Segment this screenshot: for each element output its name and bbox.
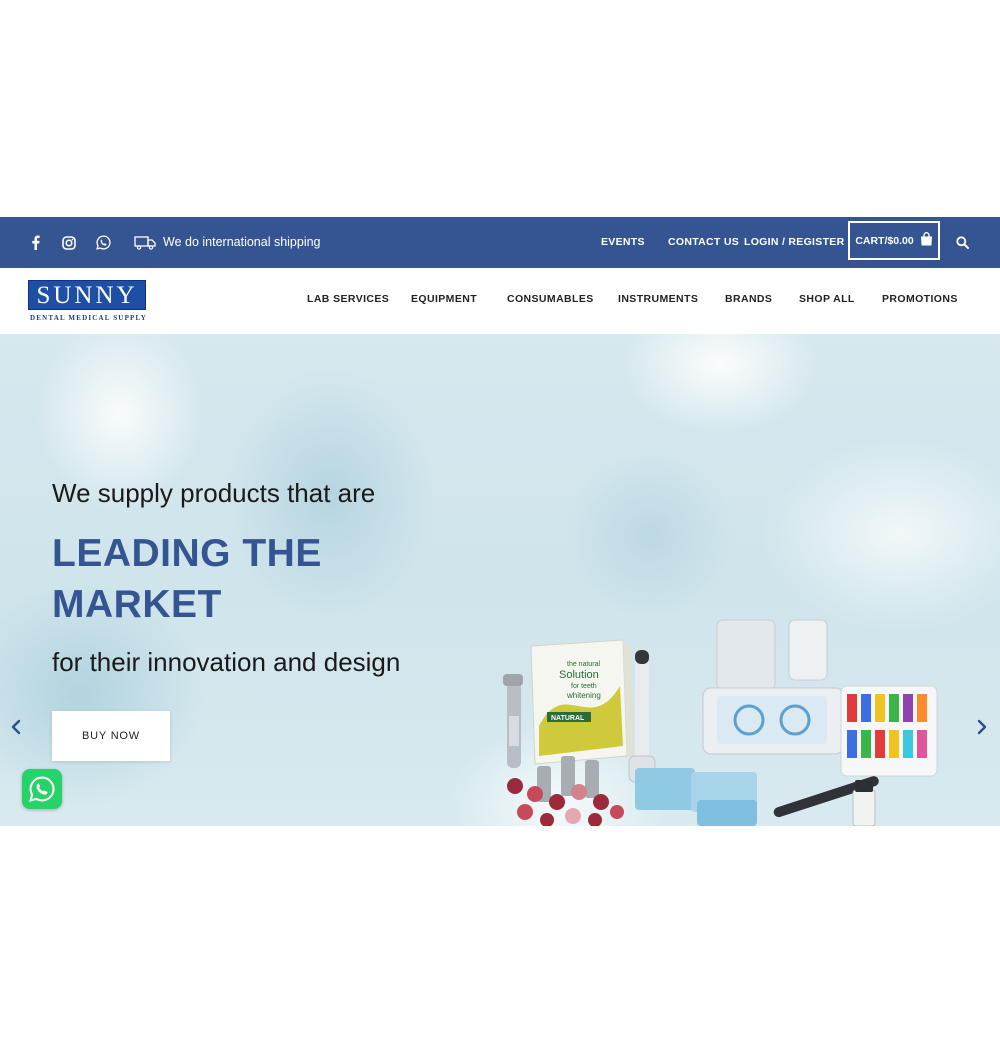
facebook-icon[interactable] — [27, 217, 43, 268]
instagram-icon[interactable] — [61, 217, 77, 268]
ultrasonic-scaler-unit — [702, 619, 844, 755]
truck-icon — [133, 217, 157, 268]
box-text-2: Solution — [559, 669, 599, 681]
nav-item-lab-services[interactable]: LAB SERVICES — [307, 268, 389, 330]
box-brand: NATURAL — [551, 715, 585, 722]
box-text-4: whitening — [566, 691, 601, 700]
login-register-link[interactable]: LOGIN / REGISTER — [744, 217, 844, 268]
hero-slider: We supply products that are LEADING THE … — [0, 334, 1000, 826]
chevron-left-icon — [11, 719, 21, 735]
hero-headline-line-2: MARKET — [52, 583, 222, 626]
search-icon[interactable] — [953, 217, 971, 268]
buy-now-label: BUY NOW — [82, 730, 140, 742]
cart-label: CART/$0.00 — [855, 234, 914, 247]
whitening-kit-box: the natural Solution for teeth whitening… — [530, 639, 635, 765]
cart-button[interactable]: CART/$0.00 — [848, 221, 940, 260]
box-text-3: for teeth — [571, 683, 597, 690]
logo[interactable]: SUNNY — [28, 280, 146, 310]
nav-item-brands[interactable]: BRANDS — [725, 268, 772, 330]
nav-item-shop-all[interactable]: SHOP ALL — [799, 268, 855, 330]
hero-headline-line-1: LEADING THE — [52, 532, 322, 575]
hero-headline: LEADING THE MARKET — [52, 528, 322, 630]
shipping-notice: We do international shipping — [163, 235, 321, 249]
whatsapp-chat-button[interactable] — [22, 769, 62, 809]
nav-item-equipment[interactable]: EQUIPMENT — [411, 268, 477, 330]
nav-item-promotions[interactable]: PROMOTIONS — [882, 268, 958, 330]
hero-intro-text: We supply products that are — [52, 478, 376, 508]
chevron-right-icon — [977, 719, 987, 735]
box-text-1: the natural — [567, 661, 601, 668]
whatsapp-icon — [29, 776, 55, 802]
events-link[interactable]: EVENTS — [601, 217, 645, 268]
dental-handpiece — [503, 674, 523, 768]
hero-subtext: for their innovation and design — [52, 647, 401, 677]
slider-prev-arrow[interactable] — [6, 714, 26, 740]
shopping-bag-icon — [920, 232, 933, 249]
buy-now-button[interactable]: BUY NOW — [52, 711, 170, 761]
main-nav: SUNNY DENTAL MEDICAL SUPPLY LAB SERVICES… — [0, 268, 1000, 334]
sterilization-pouch-rolls — [635, 768, 757, 826]
nav-item-consumables[interactable]: CONSUMABLES — [507, 268, 594, 330]
nav-item-instruments[interactable]: INSTRUMENTS — [618, 268, 698, 330]
logo-tagline: DENTAL MEDICAL SUPPLY — [30, 314, 147, 322]
product-collage-image: the natural Solution for teeth whitening… — [503, 619, 938, 826]
logo-text: SUNNY — [36, 282, 138, 309]
color-coded-kit — [840, 685, 938, 777]
slider-next-arrow[interactable] — [972, 714, 992, 740]
contact-us-link[interactable]: CONTACT US — [668, 217, 739, 268]
whatsapp-icon[interactable] — [95, 217, 111, 268]
